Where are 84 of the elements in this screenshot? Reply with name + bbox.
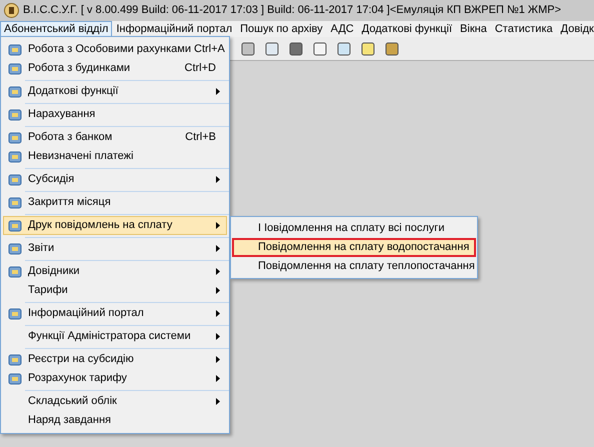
- menu-item[interactable]: Закриття місяця: [3, 193, 227, 212]
- toolbar-icon[interactable]: [264, 40, 280, 56]
- app-logo-icon: [4, 3, 19, 18]
- shortcut-text: Ctrl+B: [185, 130, 216, 146]
- menu-item[interactable]: Реєстри на субсидію: [3, 350, 227, 369]
- window-title: В.І.С.С.У.Г. [ v 8.00.499 Build: 06-11-2017 17:03 ] Build: 06-11-2017 17:04 ]<Емуляція КП ВЖРЕП №1 ЖМР>: [23, 3, 562, 18]
- menu-item[interactable]: Друк повідомлень на сплату: [3, 216, 227, 235]
- menu-bar-item[interactable]: Вікна: [456, 21, 491, 37]
- submenu-arrow-icon: [216, 333, 220, 340]
- menu-bar-item[interactable]: Інформаційний портал: [112, 21, 236, 37]
- menu-item-label: Субсидія: [28, 172, 76, 188]
- menu-bar-item[interactable]: АДС: [326, 21, 358, 37]
- menu-item-icon: [8, 372, 22, 386]
- menu-item-icon: [8, 130, 22, 144]
- menu-item-label: Наряд завдання: [28, 413, 112, 428]
- toolbar-icon[interactable]: [288, 40, 304, 56]
- menu-bar-item[interactable]: Абонентський відділ: [0, 21, 112, 37]
- submenu-arrow-icon: [216, 356, 220, 363]
- menu-bar-item[interactable]: Пошук по архіву: [236, 21, 327, 37]
- menu-item-icon: [8, 108, 22, 122]
- menu-item-label: Додаткові функції: [28, 84, 120, 100]
- menu-item[interactable]: Тарифи: [3, 281, 227, 300]
- submenu-arrow-icon: [216, 310, 220, 317]
- menu-item-icon: [8, 352, 22, 366]
- menu-item-label: Робота з банком: [28, 130, 114, 146]
- menu-bar-item[interactable]: Статистика: [490, 21, 557, 37]
- menu-item[interactable]: Робота з банком Ctrl+B: [3, 128, 227, 147]
- menu-item-label: Складський облік: [28, 394, 118, 410]
- shortcut-text: Ctrl+A: [194, 42, 225, 58]
- menu-item[interactable]: Робота з Особовими рахунками Ctrl+A: [3, 40, 227, 59]
- menu-item-label: Нарахування: [28, 107, 96, 122]
- menu-item-label: Робота з будинками: [28, 61, 132, 76]
- menu-item-icon: [8, 242, 22, 256]
- toolbar-icon[interactable]: [240, 40, 256, 56]
- menu-item[interactable]: Додаткові функції: [3, 82, 227, 101]
- menu-item-icon: [8, 172, 22, 186]
- submenu-arrow-icon: [216, 287, 220, 294]
- submenu-arrow-icon: [216, 268, 220, 275]
- menu-item-icon: [8, 218, 22, 232]
- menu-item-label: Невизначені платежі: [28, 149, 134, 164]
- menu-item[interactable]: Довідники: [3, 262, 227, 281]
- toolbar-icon[interactable]: [384, 40, 400, 56]
- menu-item-icon: [8, 306, 22, 320]
- menu-item-icon: [8, 62, 22, 76]
- submenu-arrow-icon: [216, 398, 220, 405]
- menu-item-icon: [8, 264, 22, 278]
- toolbar-icon[interactable]: [360, 40, 376, 56]
- menu-item[interactable]: Наряд завдання: [3, 411, 227, 430]
- submenu-arrow-icon: [216, 88, 220, 95]
- menu-item-label: Закриття місяця: [28, 195, 112, 210]
- submenu-item[interactable]: I Іовідомлення на сплату всі послуги: [232, 219, 476, 238]
- submenu-arrow-icon: [216, 176, 220, 183]
- shortcut-text: Ctrl+D: [184, 61, 216, 76]
- menu-item-label: Довідники: [28, 264, 81, 280]
- menu-bar-item[interactable]: Довідк: [556, 21, 594, 37]
- menu-item[interactable]: Розрахунок тарифу: [3, 369, 227, 388]
- menu-item[interactable]: Функції Адміністратора системи: [3, 327, 227, 346]
- menu-item-label: Робота з Особовими рахунками: [28, 42, 191, 58]
- menu-item-label: Тарифи: [28, 283, 69, 298]
- menu-item-label: Розрахунок тарифу: [28, 371, 128, 386]
- menu-item-icon: [8, 196, 22, 210]
- submenu-arrow-icon: [216, 375, 220, 382]
- toolbar-icon[interactable]: [336, 40, 352, 56]
- menu-item[interactable]: Нарахування: [3, 105, 227, 124]
- toolbar-icon[interactable]: [312, 40, 328, 56]
- menu-item-label: Інформаційний портал: [28, 306, 145, 322]
- menu-item-label: Друк повідомлень на сплату: [28, 218, 174, 234]
- menu-item-icon: [8, 84, 22, 98]
- submenu-item[interactable]: Повідомлення на сплату теплопостачання: [232, 257, 476, 276]
- menu-item-label: Звіти: [28, 241, 56, 256]
- menu-item[interactable]: Субсидія: [3, 170, 227, 189]
- submenu-arrow-icon: [216, 245, 220, 252]
- menu-item-icon: [8, 150, 22, 164]
- menu-item-label: Функції Адміністратора системи: [28, 329, 192, 344]
- submenu-arrow-icon: [216, 222, 220, 229]
- menu-item[interactable]: Звіти: [3, 239, 227, 258]
- menu-item[interactable]: Робота з будинками Ctrl+D: [3, 59, 227, 78]
- menu-item-icon: [8, 42, 22, 56]
- menu-bar-item[interactable]: Додаткові функції: [358, 21, 456, 37]
- menu-item[interactable]: Невизначені платежі: [3, 147, 227, 166]
- menu-item[interactable]: Складський облік: [3, 392, 227, 411]
- submenu-item[interactable]: Повідомлення на сплату водопостачання: [232, 238, 476, 257]
- menu-item[interactable]: Інформаційний портал: [3, 304, 227, 323]
- menu-item-label: Реєстри на субсидію: [28, 352, 135, 368]
